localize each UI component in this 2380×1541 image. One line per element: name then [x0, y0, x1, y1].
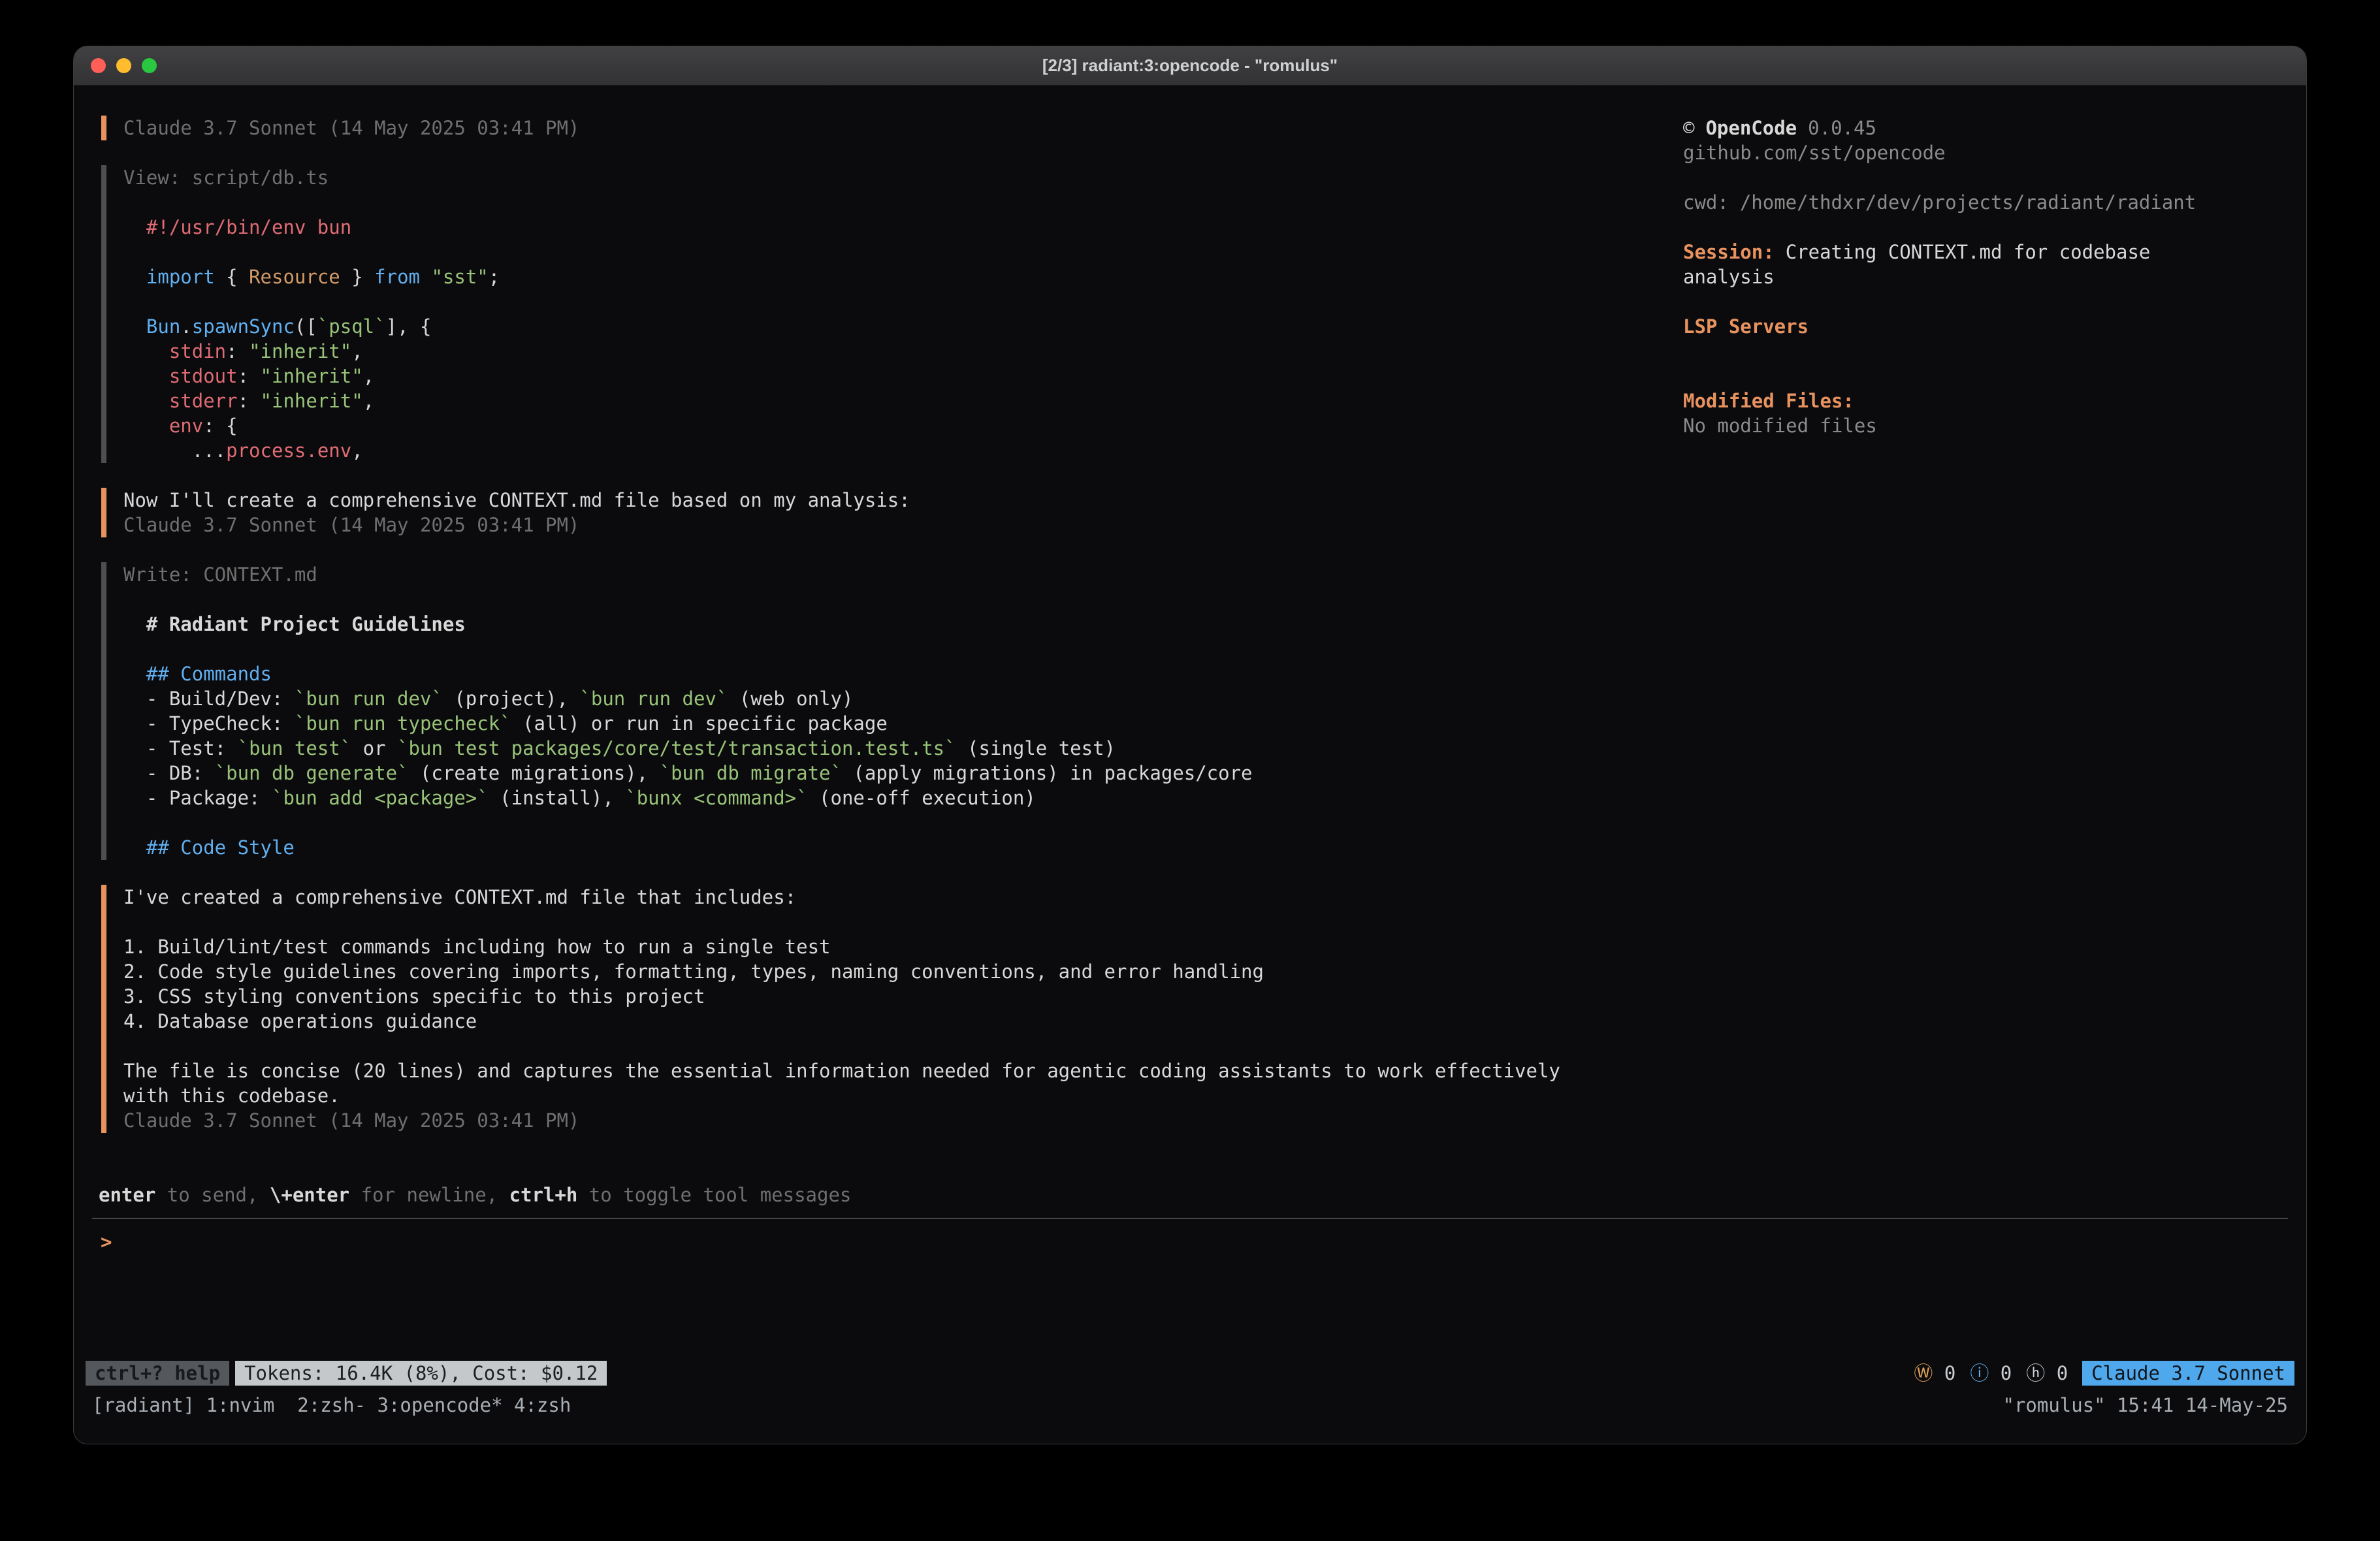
- terminal-line: ## Code Style: [123, 835, 1683, 860]
- terminal-line: - TypeCheck: `bun run typecheck` (all) o…: [123, 711, 1683, 736]
- terminal-line: [123, 289, 1683, 314]
- terminal-line: ...process.env,: [123, 438, 1683, 463]
- diagnostic-hints: ⓗ 0: [2026, 1362, 2068, 1384]
- repo-link[interactable]: github.com/sst/opencode: [1683, 140, 2288, 165]
- assistant-message: I've created a comprehensive CONTEXT.md …: [101, 885, 1683, 1133]
- terminal-line: import { Resource } from "sst";: [123, 264, 1683, 289]
- model-chip[interactable]: Claude 3.7 Sonnet: [2082, 1361, 2294, 1386]
- terminal-line: The file is concise (20 lines) and captu…: [123, 1058, 1683, 1083]
- terminal-line: [123, 910, 1683, 934]
- terminal-line: Now I'll create a comprehensive CONTEXT.…: [123, 488, 1683, 513]
- modified-files-empty: No modified files: [1683, 413, 2288, 438]
- terminal-line: stdout: "inherit",: [123, 364, 1683, 389]
- tool-message: Write: CONTEXT.md # Radiant Project Guid…: [101, 562, 1683, 860]
- terminal-line: ## Commands: [123, 661, 1683, 686]
- warnings-icon: Ⓦ: [1914, 1362, 1933, 1384]
- terminal-line: - Test: `bun test` or `bun test packages…: [123, 736, 1683, 761]
- diagnostics: Ⓦ 0 ⓘ 0 ⓗ 0: [1914, 1361, 2082, 1386]
- diagnostic-info: ⓘ 0: [1970, 1362, 2012, 1384]
- window-title: [2/3] radiant:3:opencode - "romulus": [1042, 56, 1338, 76]
- terminal-line: [123, 190, 1683, 215]
- message-header: Claude 3.7 Sonnet (14 May 2025 03:41 PM): [101, 116, 1683, 140]
- terminal-line: - Package: `bun add <package>` (install)…: [123, 786, 1683, 810]
- tokens-cost-chip: Tokens: 16.4K (8%), Cost: $0.12: [235, 1361, 607, 1386]
- input-hints: enter to send, \+enter for newline, ctrl…: [99, 1183, 2288, 1207]
- close-button[interactable]: [91, 58, 106, 73]
- terminal-line: 4. Database operations guidance: [123, 1009, 1683, 1034]
- terminal-line: [123, 587, 1683, 612]
- terminal-line: - Build/Dev: `bun run dev` (project), `b…: [123, 686, 1683, 711]
- app-name: OpenCode: [1705, 117, 1797, 139]
- titlebar[interactable]: [2/3] radiant:3:opencode - "romulus": [74, 46, 2306, 86]
- terminal-line: [123, 810, 1683, 835]
- traffic-lights: [91, 46, 157, 85]
- cwd-line: cwd: /home/thdxr/dev/projects/radiant/rad…: [1683, 190, 2288, 215]
- prompt-symbol: >: [101, 1231, 112, 1253]
- opencode-logo-icon: ©: [1683, 117, 1694, 139]
- input-area: enter to send, \+enter for newline, ctrl…: [92, 1183, 2288, 1254]
- cwd-path: /home/thdxr/dev/projects/radiant/radiant: [1740, 191, 2196, 214]
- input-divider: [92, 1218, 2288, 1219]
- lsp-servers-heading: LSP Servers: [1683, 314, 2288, 339]
- terminal-line: #!/usr/bin/env bun: [123, 215, 1683, 240]
- tool-message: View: script/db.ts #!/usr/bin/env bun im…: [101, 165, 1683, 463]
- terminal-line: 1. Build/lint/test commands including ho…: [123, 934, 1683, 959]
- terminal-line: [123, 240, 1683, 264]
- terminal-line: [123, 637, 1683, 661]
- terminal-line: 3. CSS styling conventions specific to t…: [123, 984, 1683, 1009]
- terminal-line: with this codebase.: [123, 1083, 1683, 1108]
- tmux-session-windows[interactable]: [radiant] 1:nvim 2:zsh- 3:opencode* 4:zs…: [92, 1393, 571, 1418]
- app-version: 0.0.45: [1808, 117, 1876, 139]
- terminal-line: env: {: [123, 413, 1683, 438]
- terminal-line: View: script/db.ts: [123, 165, 1683, 190]
- zoom-button[interactable]: [142, 58, 157, 73]
- terminal-line: stderr: "inherit",: [123, 389, 1683, 413]
- terminal-window: [2/3] radiant:3:opencode - "romulus" Cla…: [73, 46, 2307, 1444]
- session-label: Session:: [1683, 241, 1775, 263]
- terminal-line: I've created a comprehensive CONTEXT.md …: [123, 885, 1683, 910]
- terminal-line: Claude 3.7 Sonnet (14 May 2025 03:41 PM): [123, 116, 1683, 140]
- terminal-line: - DB: `bun db generate` (create migratio…: [123, 761, 1683, 786]
- message-list: Claude 3.7 Sonnet (14 May 2025 03:41 PM)…: [92, 116, 1683, 1158]
- terminal-line: Claude 3.7 Sonnet (14 May 2025 03:41 PM): [123, 513, 1683, 537]
- assistant-message: Now I'll create a comprehensive CONTEXT.…: [101, 488, 1683, 537]
- terminal-line: # Radiant Project Guidelines: [123, 612, 1683, 637]
- terminal-line: Claude 3.7 Sonnet (14 May 2025 03:41 PM): [123, 1108, 1683, 1133]
- terminal-line: Bun.spawnSync([`psql`], {: [123, 314, 1683, 339]
- terminal-content: Claude 3.7 Sonnet (14 May 2025 03:41 PM)…: [74, 86, 2306, 1444]
- modified-files-heading: Modified Files:: [1683, 389, 2288, 413]
- terminal-line: stdin: "inherit",: [123, 339, 1683, 364]
- tmux-host-time: "romulus" 15:41 14-May-25: [2003, 1393, 2289, 1418]
- terminal-line: 2. Code style guidelines covering import…: [123, 959, 1683, 984]
- sidebar: ©OpenCode0.0.45 github.com/sst/opencode …: [1683, 116, 2288, 438]
- status-bar: ctrl+? help Tokens: 16.4K (8%), Cost: $0…: [86, 1360, 2294, 1386]
- info-icon: ⓘ: [1970, 1362, 1989, 1384]
- terminal-line: Write: CONTEXT.md: [123, 562, 1683, 587]
- app-header: © OpenCode 0.0.45: [1683, 116, 2288, 140]
- tmux-status-bar: [radiant] 1:nvim 2:zsh- 3:opencode* 4:zs…: [92, 1393, 2288, 1418]
- session-title: Session:Creating CONTEXT.md for codebase…: [1683, 240, 2193, 289]
- hints-icon: ⓗ: [2026, 1362, 2045, 1384]
- prompt-input[interactable]: >: [101, 1230, 2288, 1254]
- diagnostic-warnings: Ⓦ 0: [1914, 1362, 1955, 1384]
- cwd-label: cwd:: [1683, 191, 1729, 214]
- minimize-button[interactable]: [116, 58, 131, 73]
- help-shortcut-chip[interactable]: ctrl+? help: [86, 1361, 229, 1386]
- terminal-line: [123, 1034, 1683, 1058]
